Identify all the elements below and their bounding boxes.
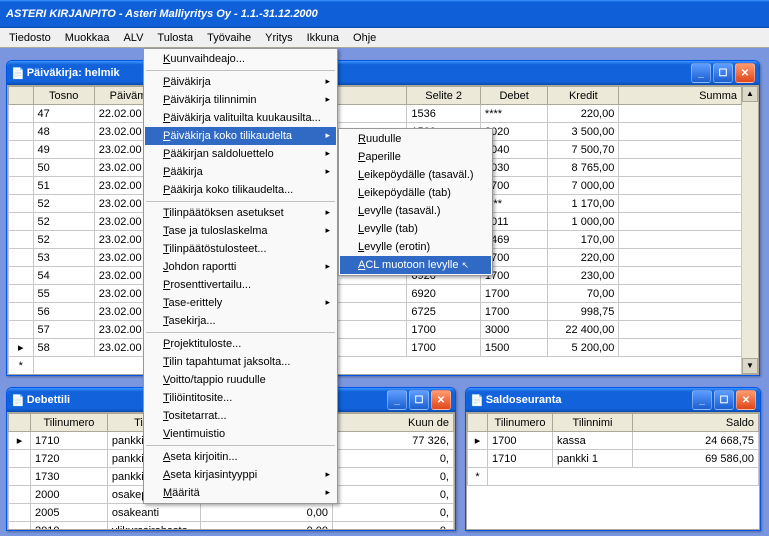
menu-item[interactable]: Päiväkirja	[145, 73, 336, 91]
doc-icon: 📄	[11, 394, 25, 407]
doc-icon: 📄	[470, 394, 484, 407]
menu-item[interactable]: Kuunvaihdeajo...	[145, 50, 336, 68]
menu-item[interactable]: Tilinpäätöksen asetukset	[145, 204, 336, 222]
minimize-button[interactable]: _	[691, 63, 711, 83]
menu-item[interactable]: Levylle (tab)	[340, 220, 491, 238]
saldoseuranta-table[interactable]: Tilinumero Tilinnimi Saldo ▸1700kassa24 …	[467, 413, 759, 486]
table-row[interactable]: ▸1700kassa24 668,75	[468, 432, 759, 450]
col-tilinnimi[interactable]: Tilinnimi	[553, 414, 633, 432]
workspace: 📄 Päiväkirja: helmik _ ☐ ✕ Tosno Päivämä…	[0, 48, 769, 536]
menu-item[interactable]: Leikepöydälle (tasaväl.)	[340, 166, 491, 184]
menu-ohje[interactable]: Ohje	[346, 30, 383, 46]
paivakirja-titlebar[interactable]: 📄 Päiväkirja: helmik _ ☐ ✕	[7, 61, 759, 85]
menu-tiedosto[interactable]: Tiedosto	[2, 30, 58, 46]
window-saldoseuranta: 📄 Saldoseuranta _ ☐ ✕ Tilinumero Tilinni…	[465, 387, 761, 531]
col-saldo[interactable]: Saldo	[633, 414, 759, 432]
col-tilinumero[interactable]: Tilinumero	[488, 414, 553, 432]
menu-item[interactable]: Levylle (tasaväl.)	[340, 202, 491, 220]
table-row[interactable]: 1710pankki 169 586,00	[468, 450, 759, 468]
saldoseuranta-titlebar[interactable]: 📄 Saldoseuranta _ ☐ ✕	[466, 388, 760, 412]
close-button[interactable]: ✕	[736, 390, 756, 410]
minimize-button[interactable]: _	[387, 390, 407, 410]
scrollbar-v[interactable]: ▲ ▼	[742, 86, 758, 374]
menu-item[interactable]: Johdon raportti	[145, 258, 336, 276]
col-kuunde[interactable]: Kuun de	[333, 414, 454, 432]
doc-icon: 📄	[11, 67, 25, 80]
table-row[interactable]: 4722.02.00oston ALV-osuus1536****220,00	[9, 105, 742, 123]
minimize-button[interactable]: _	[692, 390, 712, 410]
paivakirja-title: Päiväkirja: helmik	[25, 67, 691, 79]
menu-muokkaa[interactable]: Muokkaa	[58, 30, 117, 46]
close-button[interactable]: ✕	[735, 63, 755, 83]
maximize-button[interactable]: ☐	[714, 390, 734, 410]
menu-item[interactable]: Tilin tapahtumat jaksolta...	[145, 353, 336, 371]
menu-item[interactable]: Tasekirja...	[145, 312, 336, 330]
menu-item[interactable]: Ruudulle	[340, 130, 491, 148]
menu-item[interactable]: Tilinpäätöstulosteet...	[145, 240, 336, 258]
menu-työvaihe[interactable]: Työvaihe	[200, 30, 258, 46]
menu-item[interactable]: Tase ja tuloslaskelma	[145, 222, 336, 240]
main-titlebar: ASTERI KIRJANPITO - Asteri Malliyritys O…	[0, 0, 769, 28]
col-tilinumero[interactable]: Tilinumero	[30, 414, 107, 432]
menu-item[interactable]: Määritä	[145, 484, 336, 502]
menu-tulosta[interactable]: Tulosta	[150, 30, 200, 46]
menu-item[interactable]: ACL muotoon levylle ↖	[340, 256, 491, 274]
col-sel2[interactable]: Selite 2	[407, 87, 481, 105]
app-title: ASTERI KIRJANPITO - Asteri Malliyritys O…	[6, 8, 318, 20]
menubar[interactable]: TiedostoMuokkaaALVTulostaTyövaiheYritysI…	[0, 28, 769, 48]
menu-item[interactable]: Tiliöintitosite...	[145, 389, 336, 407]
menu-item[interactable]: Päiväkirja valituilta kuukausilta...	[145, 109, 336, 127]
table-row[interactable]: 2010ylikurssirahasto0,000,	[9, 522, 454, 531]
menu-item[interactable]: Tositetarrat...	[145, 407, 336, 425]
menu-item[interactable]: Aseta kirjasintyyppi	[145, 466, 336, 484]
menu-item[interactable]: Pääkirja	[145, 163, 336, 181]
col-debet[interactable]: Debet	[480, 87, 547, 105]
menu-item[interactable]: Pääkirjan saldoluettelo	[145, 145, 336, 163]
menu-item[interactable]: Tase-erittely	[145, 294, 336, 312]
menu-item[interactable]: Prosenttivertailu...	[145, 276, 336, 294]
menu-item[interactable]: Paperille	[340, 148, 491, 166]
col-summa[interactable]: Summa	[619, 87, 742, 105]
table-row[interactable]: 5523.02.00t (ALV 22% br6920170070,00	[9, 285, 742, 303]
menu-item[interactable]: Aseta kirjoitin...	[145, 448, 336, 466]
menu-item[interactable]: Levylle (erotin)	[340, 238, 491, 256]
scroll-up-icon[interactable]: ▲	[742, 86, 758, 102]
paivakirja-tilikaudelta-submenu[interactable]: RuudullePaperilleLeikepöydälle (tasaväl.…	[338, 128, 493, 276]
table-row[interactable]: 2005osakeanti0,000,	[9, 504, 454, 522]
menu-item[interactable]: Vientimuistio	[145, 425, 336, 443]
tulosta-menu[interactable]: Kuunvaihdeajo... PäiväkirjaPäiväkirja til…	[143, 48, 338, 504]
col-tosno[interactable]: Tosno	[33, 87, 94, 105]
menu-item[interactable]: Voitto/tappio ruudulle	[145, 371, 336, 389]
menu-yritys[interactable]: Yritys	[258, 30, 300, 46]
menu-item[interactable]: Pääkirja koko tilikaudelta...	[145, 181, 336, 199]
table-row[interactable]: 5723.02.00to Ab laskutus (t1700300022 40…	[9, 321, 742, 339]
close-button[interactable]: ✕	[431, 390, 451, 410]
menu-item[interactable]: Päiväkirja tilinnimin	[145, 91, 336, 109]
menu-alv[interactable]: ALV	[116, 30, 150, 46]
table-row[interactable]: 5623.02.00huolto67251700998,75	[9, 303, 742, 321]
scroll-down-icon[interactable]: ▼	[742, 358, 758, 374]
maximize-button[interactable]: ☐	[409, 390, 429, 410]
menu-item[interactable]: Projektituloste...	[145, 335, 336, 353]
menu-ikkuna[interactable]: Ikkuna	[300, 30, 346, 46]
saldoseuranta-title: Saldoseuranta	[484, 394, 692, 406]
col-kredit[interactable]: Kredit	[548, 87, 619, 105]
maximize-button[interactable]: ☐	[713, 63, 733, 83]
menu-item[interactable]: Leikepöydälle (tab)	[340, 184, 491, 202]
menu-item[interactable]: Päiväkirja koko tilikaudelta	[145, 127, 336, 145]
table-row[interactable]: ▸5823.02.00maksu170015005 200,00	[9, 339, 742, 357]
